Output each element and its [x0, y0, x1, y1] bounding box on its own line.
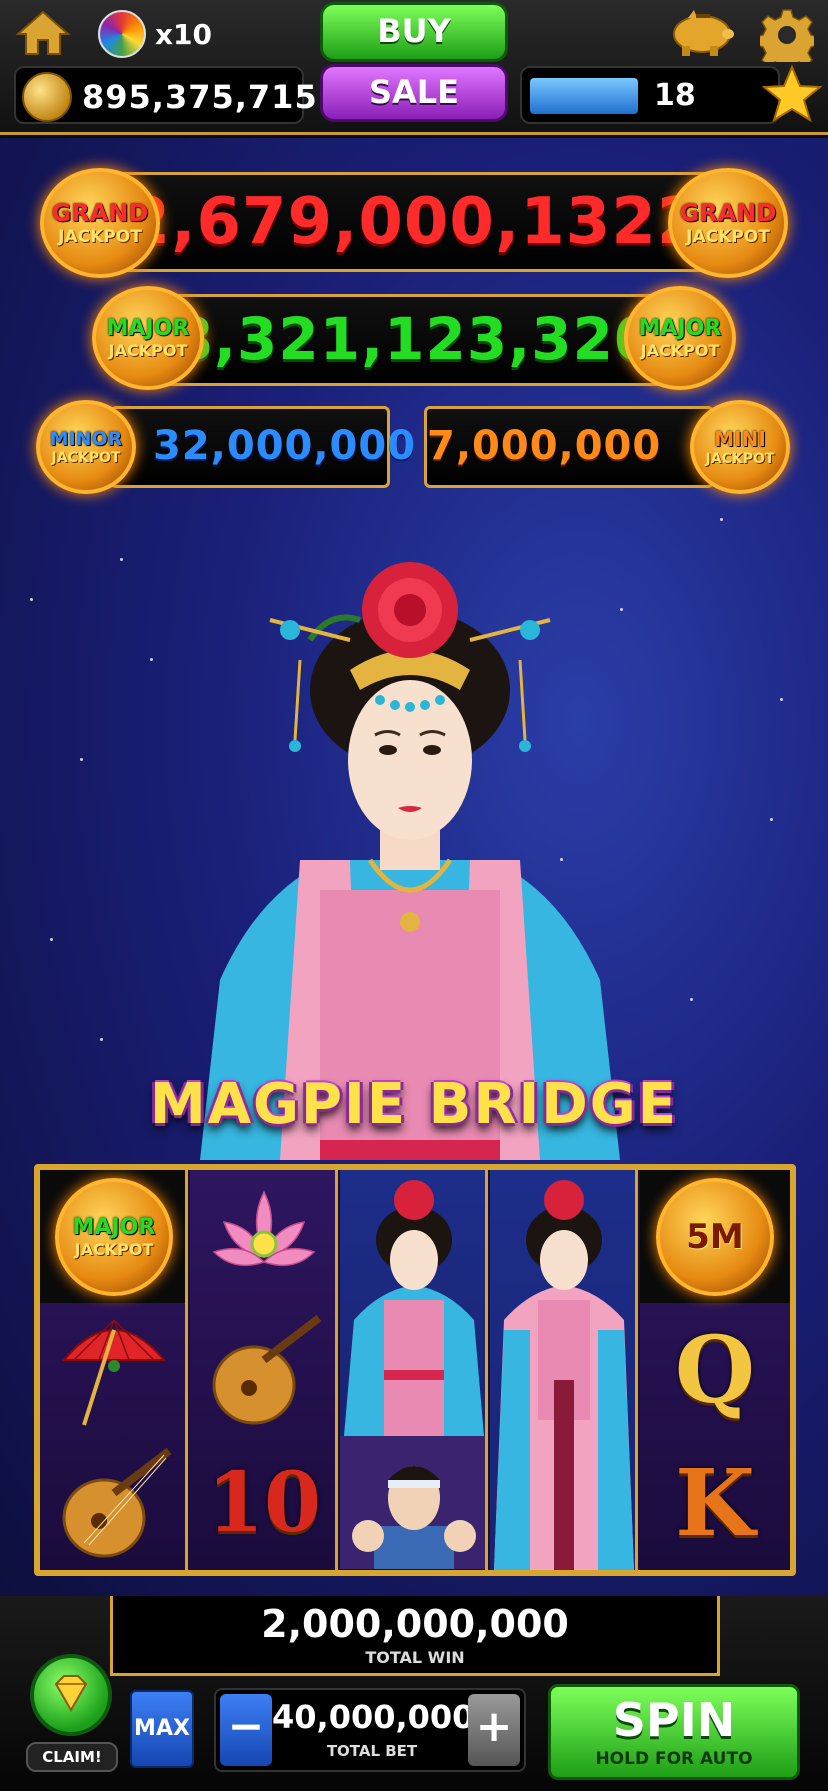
reel-cell: [340, 1170, 485, 1436]
pipa-lute-icon: [62, 1447, 172, 1557]
grand-jackpot-badge-left: GRAND JACKPOT: [40, 168, 160, 278]
mini-jackpot-row: 7,000,000: [424, 406, 714, 488]
family-symbol-icon: [352, 1466, 476, 1569]
grand-jackpot-row: 2,679,000,1322: [100, 172, 728, 272]
reel-3: [340, 1170, 488, 1570]
reel-cell: [40, 1436, 185, 1569]
total-bet-label: TOTAL BET: [326, 1742, 418, 1760]
grand-jackpot-badge-right: GRAND JACKPOT: [668, 168, 788, 278]
piggy-bank-icon[interactable]: [666, 6, 736, 58]
grand-jackpot-value: 2,679,000,1322: [125, 185, 703, 259]
coin-amount: 895,375,715: [82, 78, 318, 116]
spin-label: SPIN: [612, 1693, 736, 1747]
total-win-box: 2,000,000,000 TOTAL WIN: [110, 1596, 720, 1676]
minor-jackpot-value: 32,000,000: [153, 423, 417, 469]
game-title: MAGPIE BRIDGE: [149, 1072, 678, 1137]
mini-jackpot-badge: MINI JACKPOT: [690, 400, 790, 494]
minor-jackpot-row: 32,000,000: [110, 406, 417, 488]
bonus-wheel-icon[interactable]: [98, 10, 146, 58]
reel-cell: [190, 1303, 335, 1436]
reel-cell: [340, 1436, 485, 1569]
reel-cell: 5M: [640, 1170, 790, 1303]
reel-cell: [190, 1170, 335, 1303]
reel-cell: 10: [190, 1436, 335, 1569]
top-bar: x10 895,375,715 BUY SALE 18: [0, 0, 828, 135]
reel-5: 5M Q K: [640, 1170, 790, 1570]
total-win-value: 2,000,000,000: [261, 1602, 569, 1646]
pipa-lute-icon: [212, 1314, 322, 1424]
coin-balance: 895,375,715: [14, 66, 317, 124]
xp-level-bar: 18: [520, 66, 780, 124]
reel-cell: [490, 1170, 635, 1570]
five-million-coin-symbol: 5M: [656, 1177, 774, 1296]
spin-button[interactable]: SPIN HOLD FOR AUTO: [548, 1684, 800, 1780]
settings-gear-icon[interactable]: [755, 8, 819, 73]
major-jackpot-value: 8,321,123,320: [172, 305, 656, 373]
slot-reels[interactable]: MAJOR JACKPOT 10 5M Q K: [34, 1164, 796, 1576]
star-icon[interactable]: [761, 64, 823, 124]
major-jackpot-symbol: MAJOR JACKPOT: [55, 1177, 173, 1296]
major-jackpot-row: 8,321,123,320: [150, 294, 678, 386]
total-bet-box: − 40,000,000 TOTAL BET +: [214, 1688, 526, 1772]
player-level: 18: [654, 78, 696, 113]
mini-jackpot-value: 7,000,000: [427, 423, 662, 469]
lady-symbol-icon: [344, 1180, 484, 1436]
reel-cell: [40, 1303, 185, 1436]
max-bet-button[interactable]: MAX: [130, 1690, 194, 1768]
empress-character-illustration: [180, 560, 640, 1160]
lotus-icon: [212, 1189, 316, 1266]
bottom-control-panel: 2,000,000,000 TOTAL WIN CLAIM! MAX − 40,…: [0, 1596, 828, 1791]
reel-4: [490, 1170, 638, 1570]
increase-bet-button[interactable]: +: [468, 1694, 520, 1766]
reel-cell: Q: [640, 1303, 790, 1436]
ten-symbol: 10: [206, 1454, 322, 1551]
gem-icon: [30, 1654, 112, 1736]
major-jackpot-badge-right: MAJOR JACKPOT: [624, 286, 736, 390]
claim-bonus-button[interactable]: CLAIM!: [26, 1650, 118, 1780]
sale-button[interactable]: SALE: [320, 64, 508, 122]
queen-symbol: Q: [674, 1315, 756, 1424]
decrease-bet-button[interactable]: −: [220, 1694, 272, 1766]
reel-1: MAJOR JACKPOT: [40, 1170, 188, 1570]
wheel-count: x10: [155, 18, 213, 51]
claim-label: CLAIM!: [26, 1742, 118, 1772]
lady-full-symbol-icon: [494, 1180, 634, 1570]
spin-sub-label: HOLD FOR AUTO: [595, 1749, 753, 1769]
major-jackpot-badge-left: MAJOR JACKPOT: [92, 286, 204, 390]
parasol-icon: [61, 1318, 167, 1426]
coin-icon: [22, 72, 72, 122]
king-symbol: K: [675, 1448, 755, 1557]
reel-2: 10: [190, 1170, 338, 1570]
reel-cell: K: [640, 1436, 790, 1569]
reel-cell: MAJOR JACKPOT: [40, 1170, 185, 1303]
xp-progress-fill: [530, 78, 638, 114]
home-icon[interactable]: [14, 8, 72, 58]
minor-jackpot-badge: MINOR JACKPOT: [36, 400, 136, 494]
buy-button[interactable]: BUY: [320, 2, 508, 62]
total-win-label: TOTAL WIN: [365, 1648, 465, 1667]
total-bet-value: 40,000,000: [272, 1698, 475, 1736]
